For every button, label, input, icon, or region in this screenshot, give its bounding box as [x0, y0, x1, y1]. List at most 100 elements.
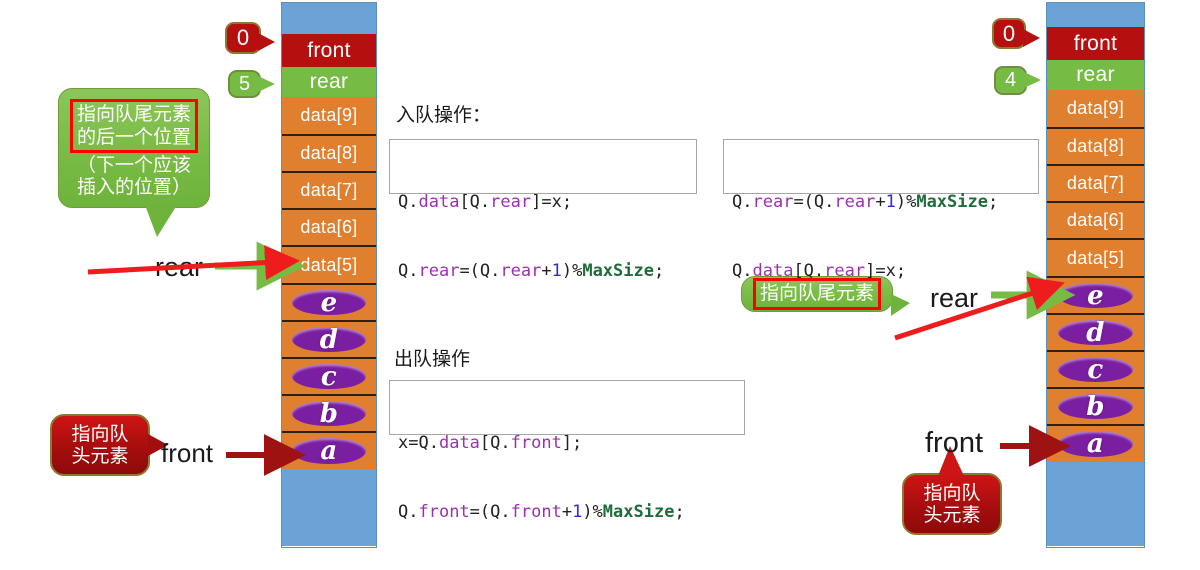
dequeue-code-box: x=Q.data[Q.front]; Q.front=(Q.front+1)%M… — [389, 380, 745, 522]
right-item-cell-b: b — [1047, 387, 1144, 424]
enqueue-code-box-a: Q.data[Q.rear]=x; Q.rear=(Q.rear+1)%MaxS… — [389, 139, 697, 281]
dequeue-line2: Q.front=(Q.front+1)%MaxSize; — [398, 501, 736, 524]
dequeue-l2-p4: front — [510, 501, 562, 522]
left-item-label-b: b — [319, 398, 339, 429]
right-item-cell-a: a — [1047, 424, 1144, 462]
left-rear-note-emphasis: 指向队尾元素 的后一个位置 — [69, 99, 198, 153]
right-rear-index-badge: 4 — [994, 66, 1041, 95]
right-front-pointer-label: front — [925, 427, 984, 459]
enqueue-a-l2-p1: Q. — [398, 260, 419, 281]
left-rear-note-line2: 的后一个位置 — [76, 125, 191, 148]
right-front-cell: front — [1047, 27, 1144, 60]
right-item-ellipse-e: e — [1057, 280, 1134, 311]
enqueue-b-l2-p1: Q. — [732, 260, 753, 281]
enqueue-code-box-b: Q.rear=(Q.rear+1)%MaxSize; Q.data[Q.rear… — [723, 139, 1039, 281]
left-rear-pointer-label: rear — [155, 252, 204, 282]
left-rear-badge-tail — [258, 76, 275, 92]
right-item-cell-c: c — [1047, 350, 1144, 387]
enqueue-b-l1-p3: =(Q. — [793, 191, 835, 212]
dequeue-l2-p1: Q. — [398, 501, 419, 522]
right-item-label-c: c — [1087, 354, 1104, 385]
left-rear-cell: rear — [282, 67, 376, 97]
left-item-cell-a: a — [282, 431, 376, 469]
left-item-ellipse-c: c — [292, 361, 366, 392]
enqueue-b-line1: Q.rear=(Q.rear+1)%MaxSize; — [732, 191, 1030, 214]
right-bottom-blank — [1047, 462, 1144, 546]
enqueue-b-l1-p8: MaxSize — [916, 191, 988, 212]
right-front-index-value: 0 — [1002, 20, 1016, 46]
left-front-index-badge: 0 — [225, 22, 275, 54]
left-item-label-e: e — [320, 287, 338, 318]
left-rear-note-line3: （下一个应该 — [76, 154, 191, 176]
enqueue-a-l1-p1: Q. — [398, 191, 419, 212]
left-item-cell-b: b — [282, 394, 376, 431]
left-item-cell-c: c — [282, 357, 376, 394]
right-front-note-callout: 指向队 头元素 — [902, 473, 1002, 535]
left-front-note-line1: 指向队 — [71, 422, 129, 445]
enqueue-a-line2: Q.rear=(Q.rear+1)%MaxSize; — [398, 260, 688, 283]
left-front-cell: front — [282, 34, 376, 67]
slide-canvas: front rear data[9] data[8] data[7] data[… — [0, 0, 1200, 555]
left-rear-note-callout: 指向队尾元素 的后一个位置 （下一个应该 插入的位置） — [58, 88, 210, 208]
enqueue-a-l2-p6: 1 — [551, 260, 562, 281]
enqueue-title: 入队操作： — [396, 104, 492, 126]
enqueue-b-l1-p4: rear — [834, 191, 876, 212]
enqueue-a-l2-p7: )% — [561, 260, 583, 281]
enqueue-b-l1-p2: rear — [752, 191, 794, 212]
right-rear-badge-tail — [1024, 72, 1041, 88]
dequeue-l1-p2: data — [438, 432, 480, 453]
right-item-ellipse-a: a — [1057, 430, 1134, 458]
enqueue-b-line2: Q.data[Q.rear]=x; — [732, 260, 1030, 283]
enqueue-b-l2-p5: ]=x; — [865, 260, 907, 281]
enqueue-a-l1-p2: data — [418, 191, 460, 212]
enqueue-b-l1-p1: Q. — [732, 191, 753, 212]
left-item-label-a: a — [320, 436, 338, 466]
right-item-cell-d: d — [1047, 313, 1144, 350]
right-data-cell-7: data[7] — [1047, 164, 1144, 201]
right-item-cell-e: e — [1047, 276, 1144, 313]
left-front-pointer-label: front — [161, 438, 214, 468]
left-item-ellipse-d: d — [292, 324, 366, 355]
right-rear-index-value: 4 — [1004, 69, 1017, 91]
right-item-label-b: b — [1086, 391, 1105, 422]
dequeue-l2-p2: front — [418, 501, 470, 522]
right-data-cell-9: data[9] — [1047, 90, 1144, 127]
dequeue-l1-p4: front — [510, 432, 562, 453]
right-front-note-line1: 指向队 — [923, 481, 981, 504]
left-item-cell-e: e — [282, 283, 376, 320]
left-data-cell-6: data[6] — [282, 208, 376, 245]
left-item-label-c: c — [320, 361, 338, 392]
enqueue-b-l2-p4: rear — [824, 260, 866, 281]
enqueue-a-line1: Q.data[Q.rear]=x; — [398, 191, 688, 214]
left-front-note-callout: 指向队 头元素 — [50, 414, 150, 476]
dequeue-l1-p1: x=Q. — [398, 432, 439, 453]
enqueue-b-l2-p3: [Q. — [793, 260, 825, 281]
left-data-cell-5: data[5] — [282, 245, 376, 283]
enqueue-a-l2-p9: ; — [653, 260, 665, 281]
enqueue-b-l1-p7: )% — [895, 191, 917, 212]
dequeue-l2-p9: ; — [674, 501, 685, 522]
enqueue-a-l2-p3: =(Q. — [459, 260, 501, 281]
right-queue-column: front rear data[9] data[8] data[7] data[… — [1046, 2, 1145, 548]
right-front-note-line2: 头元素 — [923, 504, 981, 526]
right-data-cell-5: data[5] — [1047, 238, 1144, 276]
left-item-label-d: d — [319, 324, 339, 355]
enqueue-a-l2-p5: + — [541, 260, 552, 281]
right-rear-cell: rear — [1047, 60, 1144, 90]
enqueue-a-l2-p2: rear — [418, 260, 460, 281]
right-front-index-badge: 0 — [992, 18, 1040, 49]
enqueue-b-l2-p2: data — [752, 260, 794, 281]
left-data-cell-7: data[7] — [282, 171, 376, 208]
left-rear-note-line1: 指向队尾元素 — [76, 103, 191, 126]
left-front-note-line2: 头元素 — [71, 445, 129, 467]
right-item-label-e: e — [1087, 280, 1104, 311]
enqueue-a-l2-p4: rear — [500, 260, 542, 281]
enqueue-a-l1-p3: [Q. — [459, 191, 491, 212]
dequeue-l2-p5: + — [561, 501, 573, 522]
enqueue-a-l2-p8: MaxSize — [582, 260, 654, 281]
left-item-ellipse-a: a — [292, 436, 366, 466]
left-rear-index-badge: 5 — [228, 70, 275, 98]
dequeue-l2-p6: 1 — [572, 501, 583, 522]
left-front-badge-tail — [258, 33, 275, 51]
right-data-cell-8: data[8] — [1047, 127, 1144, 164]
